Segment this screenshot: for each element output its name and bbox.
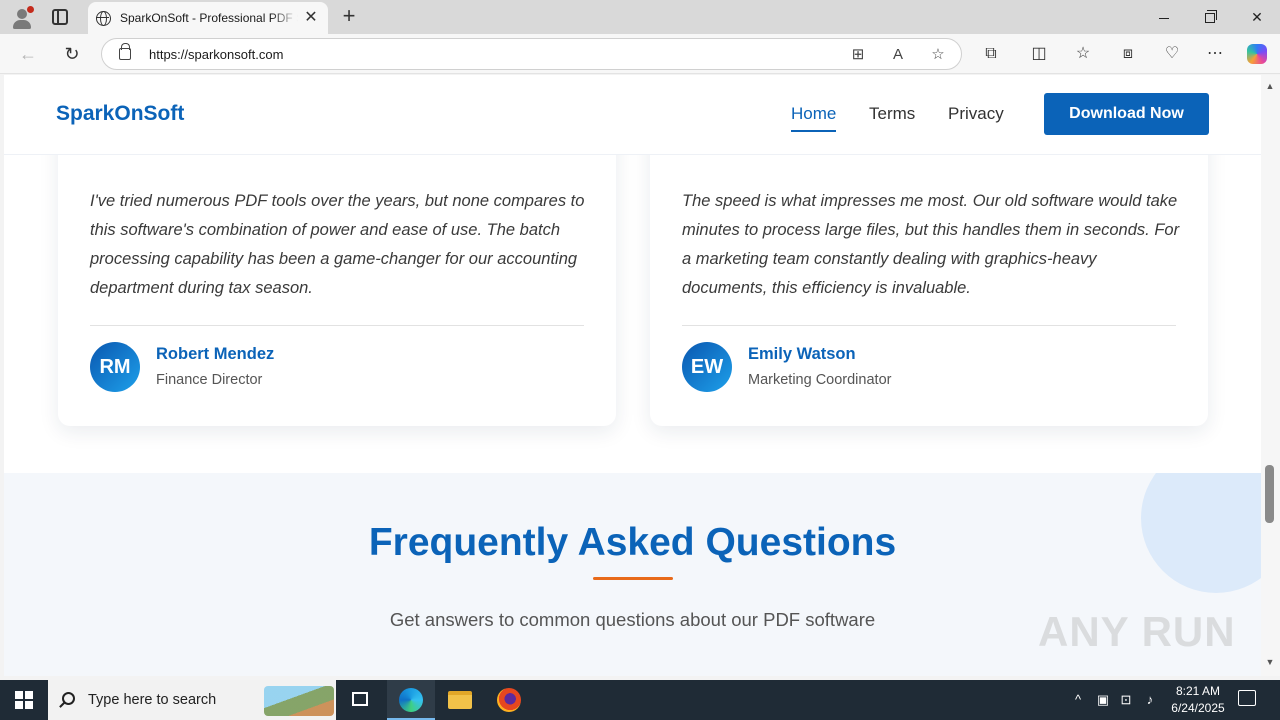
- page-scrollbar[interactable]: ▲ ▼: [1261, 75, 1280, 676]
- reload-icon[interactable]: ↻: [60, 42, 84, 66]
- author-name: Robert Mendez: [156, 345, 275, 363]
- browser-tab-strip: SparkOnSoft - Professional PDF Software …: [0, 0, 1280, 34]
- nav-home-link[interactable]: Home: [791, 104, 837, 132]
- testimonial-card: The speed is what impresses me most. Our…: [650, 115, 1208, 426]
- extensions-icon[interactable]: ⧉: [980, 43, 1002, 65]
- watermark-logo: ANY RUN: [1038, 608, 1236, 655]
- scroll-down-icon[interactable]: ▼: [1265, 657, 1275, 667]
- title-underline: [593, 577, 673, 580]
- tab-title: SparkOnSoft - Professional PDF Software: [120, 11, 298, 25]
- lock-icon[interactable]: [119, 43, 131, 60]
- task-view-icon: [352, 692, 368, 706]
- close-window-button[interactable]: ✕: [1234, 0, 1280, 34]
- author-name: Emily Watson: [748, 345, 856, 363]
- favorites-icon[interactable]: ☆: [1072, 43, 1094, 65]
- faq-section: Frequently Asked Questions Get answers t…: [4, 473, 1261, 676]
- globe-icon: [96, 11, 111, 26]
- browser-toolbar: ← ↻ https://sparkonsoft.com ⊞ A ☆ ⧉ ◫ ☆ …: [0, 34, 1280, 74]
- firefox-icon: [497, 688, 521, 712]
- more-options-icon[interactable]: ⋯: [1204, 43, 1226, 65]
- faq-title: Frequently Asked Questions: [368, 521, 897, 564]
- app-available-icon[interactable]: ⊞: [848, 45, 868, 65]
- tab-actions-icon[interactable]: [52, 9, 68, 25]
- browser-essentials-icon[interactable]: ♡: [1161, 43, 1183, 65]
- testimonial-card: I've tried numerous PDF tools over the y…: [58, 115, 616, 426]
- system-clock[interactable]: 8:21 AM 6/24/2025: [1166, 683, 1230, 717]
- profile-icon[interactable]: [10, 6, 34, 30]
- avatar: EW: [682, 342, 732, 392]
- divider: [682, 325, 1176, 326]
- minimize-button[interactable]: [1141, 0, 1187, 34]
- site-header: SparkOnSoft Home Terms Privacy Download …: [4, 75, 1261, 155]
- author-role: Marketing Coordinator: [748, 372, 892, 388]
- favorite-star-icon[interactable]: ☆: [928, 45, 948, 65]
- collections-icon[interactable]: ⧈: [1117, 43, 1139, 65]
- notification-icon[interactable]: [1238, 690, 1256, 706]
- avatar: RM: [90, 342, 140, 392]
- folder-icon: [448, 691, 472, 709]
- search-highlight-image: [264, 686, 334, 716]
- new-tab-button[interactable]: +: [338, 5, 360, 27]
- chevron-up-icon[interactable]: ^: [1070, 692, 1086, 708]
- browser-tab[interactable]: SparkOnSoft - Professional PDF Software …: [88, 2, 328, 34]
- volume-icon[interactable]: ♪: [1142, 692, 1158, 708]
- back-arrow-icon[interactable]: ←: [16, 42, 40, 66]
- device-icon[interactable]: ▣: [1095, 692, 1111, 708]
- restore-button[interactable]: [1187, 0, 1233, 34]
- nav-privacy-link[interactable]: Privacy: [948, 104, 1004, 124]
- edge-icon: [399, 688, 423, 712]
- edge-taskbar-button[interactable]: [387, 680, 435, 720]
- network-icon[interactable]: ⊡: [1118, 692, 1134, 708]
- nav-terms-link[interactable]: Terms: [869, 104, 915, 124]
- search-icon: [62, 692, 75, 705]
- site-logo[interactable]: SparkOnSoft: [56, 102, 184, 126]
- author-role: Finance Director: [156, 372, 263, 388]
- taskbar-search[interactable]: Type here to search: [48, 680, 336, 720]
- testimonial-quote: The speed is what impresses me most. Our…: [682, 192, 1180, 297]
- windows-start-icon[interactable]: [0, 680, 48, 720]
- search-placeholder: Type here to search: [88, 692, 217, 708]
- clock-date: 6/24/2025: [1171, 701, 1225, 715]
- minimize-icon: [1159, 17, 1169, 19]
- divider: [90, 325, 584, 326]
- download-now-button[interactable]: Download Now: [1044, 93, 1209, 135]
- testimonial-quote: I've tried numerous PDF tools over the y…: [90, 192, 585, 297]
- read-aloud-icon[interactable]: A: [888, 45, 908, 65]
- tab-close-button[interactable]: ✕: [302, 9, 320, 27]
- task-view-button[interactable]: [336, 680, 384, 720]
- url-text[interactable]: https://sparkonsoft.com: [149, 47, 283, 62]
- windows-taskbar: Type here to search ^ ▣ ⊡ ♪ 8:21 AM 6/24…: [0, 680, 1280, 720]
- page-viewport: I've tried numerous PDF tools over the y…: [4, 75, 1261, 676]
- address-bar[interactable]: https://sparkonsoft.com ⊞ A ☆: [101, 38, 962, 70]
- scrollbar-thumb[interactable]: [1265, 465, 1274, 523]
- restore-icon: [1205, 10, 1217, 24]
- scroll-up-icon[interactable]: ▲: [1265, 81, 1275, 91]
- firefox-taskbar-button[interactable]: [485, 680, 533, 720]
- split-screen-icon[interactable]: ◫: [1028, 43, 1050, 65]
- clock-time: 8:21 AM: [1175, 684, 1221, 698]
- copilot-icon[interactable]: [1247, 44, 1267, 64]
- file-explorer-taskbar-button[interactable]: [436, 680, 484, 720]
